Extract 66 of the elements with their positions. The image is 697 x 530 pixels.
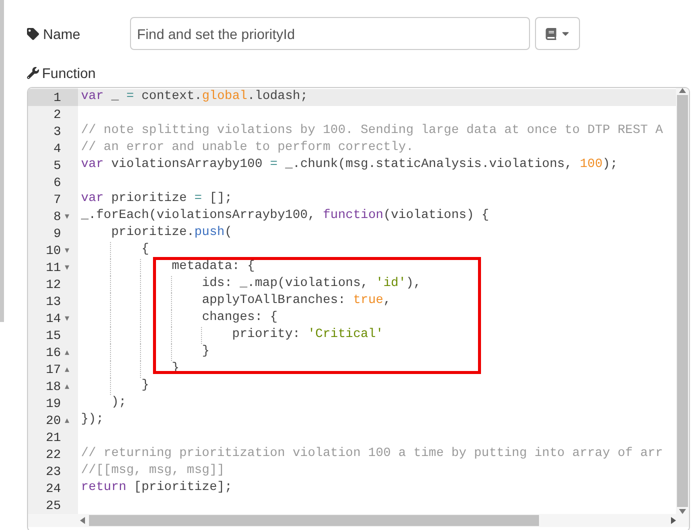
line-number: 3 bbox=[53, 124, 61, 138]
fold-marker[interactable]: ▴ bbox=[62, 364, 72, 374]
fold-marker[interactable]: ▴ bbox=[62, 416, 72, 426]
function-label: Function bbox=[42, 65, 96, 81]
line-number: 5 bbox=[53, 158, 61, 172]
line-number: 21 bbox=[46, 430, 61, 444]
name-input[interactable]: Find and set the priorityId bbox=[130, 17, 530, 50]
code-line: // an error and unable to perform correctly. bbox=[80, 140, 414, 156]
line-number: 23 bbox=[46, 464, 61, 478]
vertical-scrollbar[interactable] bbox=[676, 88, 689, 514]
code-editor[interactable] bbox=[27, 87, 690, 530]
line-number: 19 bbox=[46, 396, 61, 410]
fold-marker[interactable]: ▾ bbox=[62, 314, 72, 324]
line-number: 7 bbox=[53, 192, 61, 206]
code-line: prioritize.push( bbox=[110, 225, 232, 241]
code-line: applyToAllBranches: true, bbox=[78, 293, 391, 310]
code-line: priority: 'Critical' bbox=[78, 327, 384, 344]
fold-marker[interactable]: ▾ bbox=[62, 246, 72, 256]
code-line: ); bbox=[110, 395, 126, 411]
page-scrollbar[interactable] bbox=[0, 0, 4, 322]
line-number: 17 bbox=[46, 362, 61, 376]
line-number: 24 bbox=[46, 482, 61, 496]
code-line: { bbox=[78, 242, 150, 259]
wrench-icon bbox=[27, 67, 39, 79]
fold-marker[interactable]: ▴ bbox=[62, 348, 72, 358]
line-number: 25 bbox=[46, 498, 61, 512]
icon-picker-button[interactable] bbox=[535, 17, 580, 50]
line-number: 14 bbox=[46, 312, 61, 326]
code-line: var prioritize = []; bbox=[80, 191, 232, 207]
fold-marker[interactable]: ▾ bbox=[62, 212, 72, 222]
code-line: return [prioritize]; bbox=[80, 480, 232, 496]
code-line: } bbox=[78, 344, 210, 361]
code-line: var _ = context.global.lodash; bbox=[80, 89, 308, 105]
code-line: metadata: { bbox=[78, 259, 255, 276]
code-line: var violationsArrayby100 = _.chunk(msg.staticAnalysis.violations, 100); bbox=[80, 157, 618, 173]
code-line: // returning prioritization violation 100 a time by putting into array of arr bbox=[80, 446, 663, 462]
code-line: // note splitting violations by 100. Sending large data at once to DTP REST A bbox=[80, 123, 663, 139]
code-line: } bbox=[78, 378, 150, 395]
fold-marker[interactable]: ▾ bbox=[62, 262, 72, 272]
line-number: 15 bbox=[46, 328, 61, 342]
horizontal-scrollbar[interactable] bbox=[28, 514, 676, 527]
scroll-up-icon[interactable] bbox=[679, 88, 686, 93]
code-line: ids: _.map(violations, 'id'), bbox=[78, 276, 422, 293]
line-number: 8 bbox=[53, 210, 61, 224]
line-number: 6 bbox=[53, 176, 61, 190]
line-number: 22 bbox=[46, 448, 61, 462]
fold-marker[interactable]: ▴ bbox=[62, 382, 72, 392]
code-line: //[[msg, msg, msg]] bbox=[80, 463, 225, 479]
code-line: }); bbox=[80, 412, 104, 428]
line-number: 9 bbox=[53, 226, 61, 240]
book-icon bbox=[544, 28, 556, 40]
line-number: 2 bbox=[53, 108, 61, 122]
code-line: changes: { bbox=[78, 310, 278, 327]
line-number: 11 bbox=[46, 260, 61, 274]
line-number: 18 bbox=[46, 380, 61, 394]
scroll-left-icon[interactable] bbox=[80, 517, 85, 524]
line-number: 13 bbox=[46, 294, 61, 308]
tag-icon bbox=[27, 28, 39, 40]
line-number: 10 bbox=[46, 244, 61, 258]
line-number: 1 bbox=[53, 90, 61, 104]
line-number: 20 bbox=[46, 414, 61, 428]
name-label-text: Name bbox=[43, 26, 80, 42]
line-number: 12 bbox=[46, 278, 61, 292]
line-number: 16 bbox=[46, 346, 61, 360]
code-line: _.forEach(violationsArrayby100, function(violations) { bbox=[80, 208, 490, 224]
line-number: 4 bbox=[53, 142, 61, 156]
